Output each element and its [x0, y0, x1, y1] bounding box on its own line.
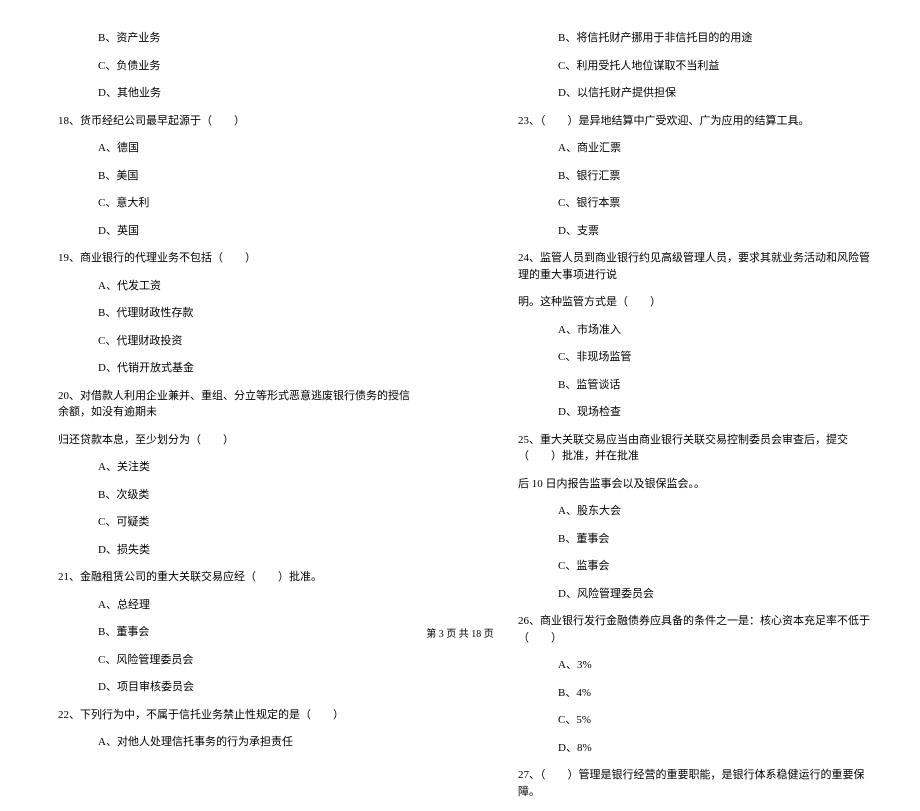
option-item: A、关注类 — [40, 459, 420, 476]
option-item: D、其他业务 — [40, 85, 420, 102]
option-item: C、非现场监管 — [500, 349, 880, 366]
question-item: 19、商业银行的代理业务不包括（ ） — [40, 250, 420, 267]
question-item: 21、金融租赁公司的重大关联交易应经（ ）批准。 — [40, 569, 420, 586]
option-item: A、对他人处理信托事务的行为承担责任 — [40, 734, 420, 751]
option-item: A、德国 — [40, 140, 420, 157]
option-item: D、支票 — [500, 223, 880, 240]
option-item: B、监管谈话 — [500, 377, 880, 394]
question-continuation: 后 10 日内报告监事会以及银保监会。。 — [500, 476, 880, 493]
option-item: A、3% — [500, 657, 880, 674]
option-item: B、次级类 — [40, 487, 420, 504]
option-item: C、代理财政投资 — [40, 333, 420, 350]
option-item: B、资产业务 — [40, 30, 420, 47]
option-item: A、总经理 — [40, 597, 420, 614]
question-item: 25、重大关联交易应当由商业银行关联交易控制委员会审查后，提交（ ）批准，并在批… — [500, 432, 880, 465]
option-item: B、代理财政性存款 — [40, 305, 420, 322]
option-item: A、股东大会 — [500, 503, 880, 520]
option-item: D、项目审核委员会 — [40, 679, 420, 696]
right-column: B、将信托财产挪用于非信托目的的用途 C、利用受托人地位谋取不当利益 D、以信托… — [460, 30, 920, 811]
option-item: C、风险管理委员会 — [40, 652, 420, 669]
option-item: B、董事会 — [500, 531, 880, 548]
option-item: C、监事会 — [500, 558, 880, 575]
option-item: B、美国 — [40, 168, 420, 185]
option-item: C、银行本票 — [500, 195, 880, 212]
option-item: D、以信托财产提供担保 — [500, 85, 880, 102]
option-item: D、英国 — [40, 223, 420, 240]
question-item: 27、（ ）管理是银行经营的重要职能，是银行体系稳健运行的重要保障。 — [500, 767, 880, 800]
option-item: C、利用受托人地位谋取不当利益 — [500, 58, 880, 75]
option-item: B、4% — [500, 685, 880, 702]
option-item: C、意大利 — [40, 195, 420, 212]
option-item: C、可疑类 — [40, 514, 420, 531]
question-continuation: 归还贷款本息，至少划分为（ ） — [40, 432, 420, 449]
left-column: B、资产业务 C、负债业务 D、其他业务 18、货币经纪公司最早起源于（ ） A… — [0, 30, 460, 811]
question-item: 18、货币经纪公司最早起源于（ ） — [40, 113, 420, 130]
option-item: A、代发工资 — [40, 278, 420, 295]
question-item: 23、（ ）是异地结算中广受欢迎、广为应用的结算工具。 — [500, 113, 880, 130]
question-item: 24、监管人员到商业银行约见高级管理人员，要求其就业务活动和风险管理的重大事项进… — [500, 250, 880, 283]
option-item: D、损失类 — [40, 542, 420, 559]
option-item: C、负债业务 — [40, 58, 420, 75]
option-item: D、风险管理委员会 — [500, 586, 880, 603]
option-item: A、市场准入 — [500, 322, 880, 339]
option-item: B、银行汇票 — [500, 168, 880, 185]
option-item: B、将信托财产挪用于非信托目的的用途 — [500, 30, 880, 47]
option-item: A、商业汇票 — [500, 140, 880, 157]
option-item: D、现场检查 — [500, 404, 880, 421]
option-item: C、5% — [500, 712, 880, 729]
question-continuation: 明。这种监管方式是（ ） — [500, 294, 880, 311]
question-item: 20、对借款人利用企业兼并、重组、分立等形式恶意逃废银行债务的授信余额，如没有逾… — [40, 388, 420, 421]
document-page: B、资产业务 C、负债业务 D、其他业务 18、货币经纪公司最早起源于（ ） A… — [0, 0, 920, 811]
option-item: D、代销开放式基金 — [40, 360, 420, 377]
page-footer: 第 3 页 共 18 页 — [0, 625, 920, 640]
option-item: D、8% — [500, 740, 880, 757]
question-item: 22、下列行为中，不属于信托业务禁止性规定的是（ ） — [40, 707, 420, 724]
